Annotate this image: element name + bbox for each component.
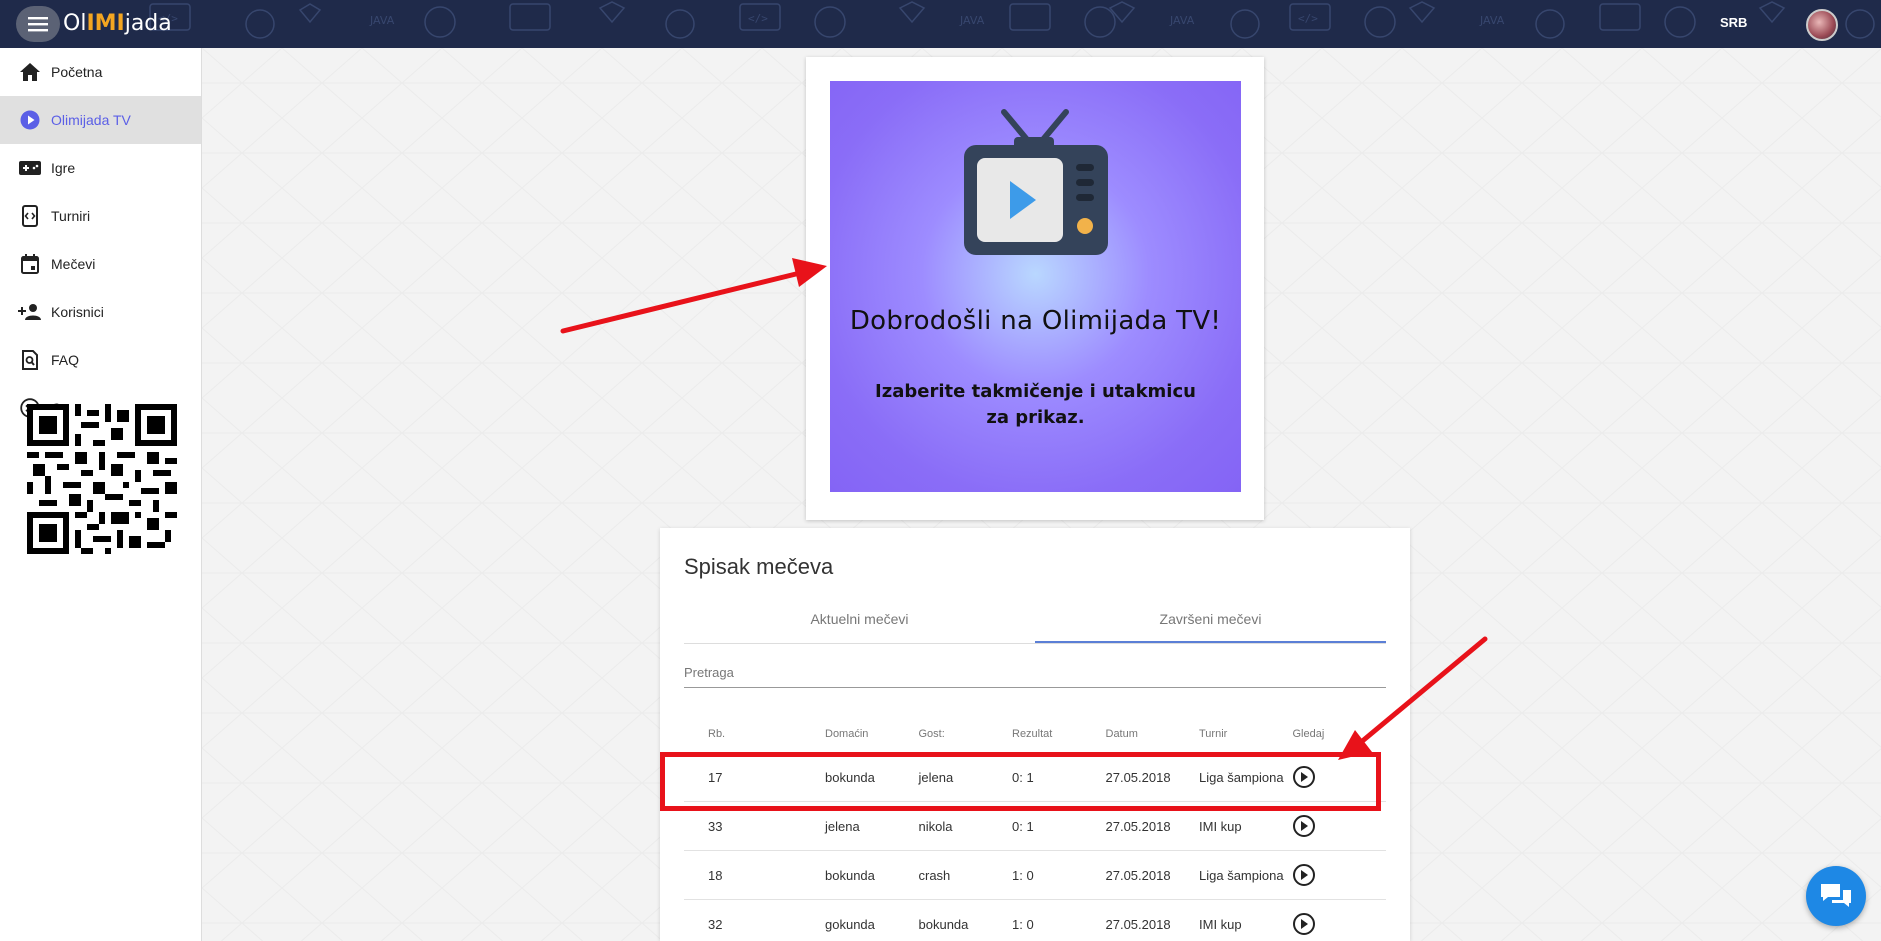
cell-date: 27.05.2018 <box>1105 818 1171 834</box>
sidebar-item-olimijada-tv[interactable]: Olimijada TV <box>0 96 201 144</box>
cell-date: 27.05.2018 <box>1105 867 1171 883</box>
sidebar-item-label: Olimijada TV <box>51 112 131 128</box>
sidebar-item-mecevi[interactable]: Mečevi <box>0 240 201 288</box>
cell-rb: 18 <box>708 867 723 883</box>
tv-welcome-title: Dobrodošli na Olimijada TV! <box>849 306 1222 336</box>
cell-date: 27.05.2018 <box>1105 916 1171 932</box>
tv-card: Dobrodošli na Olimijada TV! Izaberite ta… <box>806 57 1264 520</box>
user-avatar[interactable] <box>1806 9 1838 41</box>
add-user-icon <box>18 300 42 324</box>
svg-text:JAVA: JAVA <box>1169 14 1195 27</box>
sidebar-item-label: Turniri <box>51 208 91 224</box>
cell-tournament: IMI kup <box>1199 818 1242 834</box>
sidebar-item-label: FAQ <box>51 352 80 368</box>
svg-text:JAVA: JAVA <box>369 14 395 27</box>
cell-score: 0: 1 <box>1012 818 1034 834</box>
chat-button[interactable] <box>1806 866 1866 926</box>
logo-highlight: IMI <box>86 11 125 36</box>
column-header-turnir[interactable]: Turnir <box>1175 728 1269 740</box>
column-header-rezultat[interactable]: Rezultat <box>988 728 1082 740</box>
table-row[interactable]: 18 bokunda crash 1: 0 27.05.2018 Liga ša… <box>684 851 1386 900</box>
cell-watch <box>1269 913 1363 935</box>
column-header-gost[interactable]: Gost: <box>895 728 989 740</box>
qr-code <box>27 404 177 554</box>
cell-guest: bokunda <box>918 916 969 932</box>
cell-score: 1: 0 <box>1012 867 1034 883</box>
language-selector[interactable]: SRB <box>1720 15 1747 30</box>
cell-score: 1: 0 <box>1012 916 1034 932</box>
svg-text:</>: </> <box>1298 12 1318 25</box>
sidebar-item-igre[interactable]: Igre <box>0 144 201 192</box>
cell-guest: crash <box>918 867 951 883</box>
cell-rb: 32 <box>708 916 723 932</box>
play-icon[interactable] <box>1292 864 1315 886</box>
cell-tournament: IMI kup <box>1199 916 1242 932</box>
svg-text:JAVA: JAVA <box>1479 14 1505 27</box>
annotation-highlight-box <box>660 752 1381 811</box>
matches-title: Spisak mečeva <box>684 554 834 579</box>
search-doc-icon <box>18 348 42 372</box>
play-icon[interactable] <box>1292 913 1315 935</box>
gamepad-icon <box>18 156 42 180</box>
tv-welcome-subtitle: Izaberite takmičenje i utakmicu za prika… <box>870 379 1201 431</box>
column-header-rb[interactable]: Rb. <box>684 728 801 740</box>
tv-welcome-panel: Dobrodošli na Olimijada TV! Izaberite ta… <box>830 81 1241 492</box>
column-header-gledaj: Gledaj <box>1292 728 1325 740</box>
sidebar-item-label: Korisnici <box>51 304 104 320</box>
sidebar-item-korisnici[interactable]: Korisnici <box>0 288 201 336</box>
cell-rb: 33 <box>708 818 723 834</box>
sidebar-item-label: Početna <box>51 64 103 80</box>
svg-text:</>: </> <box>748 12 768 25</box>
svg-text:JAVA: JAVA <box>959 14 985 27</box>
table-header: Rb. Domaćin Gost: Rezultat Datum Turnir … <box>684 715 1386 753</box>
sidebar-item-turniri[interactable]: Turniri <box>0 192 201 240</box>
matches-tabs: Aktuelni mečevi Završeni mečevi <box>684 598 1386 644</box>
cell-watch <box>1269 815 1363 837</box>
column-header-domacin[interactable]: Domaćin <box>801 728 895 740</box>
sidebar-item-label: Igre <box>51 160 76 176</box>
hamburger-icon <box>28 17 48 32</box>
logo-prefix: Ol <box>63 11 87 36</box>
tab-zavrseni-mecevi[interactable]: Završeni mečevi <box>1035 598 1386 643</box>
sidebar-item-pocetna[interactable]: Početna <box>0 48 201 96</box>
search-input[interactable] <box>684 658 1386 688</box>
chat-icon <box>1821 884 1851 907</box>
cell-watch <box>1269 864 1363 886</box>
tv-subtitle-line-2: za prikaz. <box>986 407 1085 428</box>
matches-table: Rb. Domaćin Gost: Rezultat Datum Turnir … <box>684 715 1386 941</box>
calendar-icon <box>18 252 42 276</box>
tv-subtitle-line-1: Izaberite takmičenje i utakmicu <box>875 381 1196 402</box>
app-logo[interactable]: OlIMIjada <box>63 11 172 36</box>
menu-button[interactable] <box>16 6 60 42</box>
tab-aktuelni-mecevi[interactable]: Aktuelni mečevi <box>684 598 1035 643</box>
table-row[interactable]: 32 gokunda bokunda 1: 0 27.05.2018 IMI k… <box>684 900 1386 941</box>
tv-icon <box>964 109 1108 255</box>
top-app-bar: </> JAVA </> JAVA JAVA </> JAVA OlIMIjad… <box>0 0 1881 48</box>
matches-card: Spisak mečeva Aktuelni mečevi Završeni m… <box>660 528 1410 941</box>
cell-guest: nikola <box>918 818 953 834</box>
cell-tournament: Liga šampiona <box>1199 867 1284 883</box>
cell-home: jelena <box>825 818 860 834</box>
play-circle-icon <box>18 108 42 132</box>
home-icon <box>18 60 42 84</box>
cell-home: bokunda <box>825 867 875 883</box>
column-header-datum[interactable]: Datum <box>1082 728 1176 740</box>
cell-home: gokunda <box>825 916 875 932</box>
sidebar-item-label: Mečevi <box>51 256 96 272</box>
play-icon[interactable] <box>1292 815 1315 837</box>
code-icon <box>18 204 42 228</box>
logo-suffix: jada <box>124 11 172 36</box>
sidebar-item-faq[interactable]: FAQ <box>0 336 201 384</box>
header-pattern: </> JAVA </> JAVA JAVA </> JAVA <box>149 1 1875 39</box>
